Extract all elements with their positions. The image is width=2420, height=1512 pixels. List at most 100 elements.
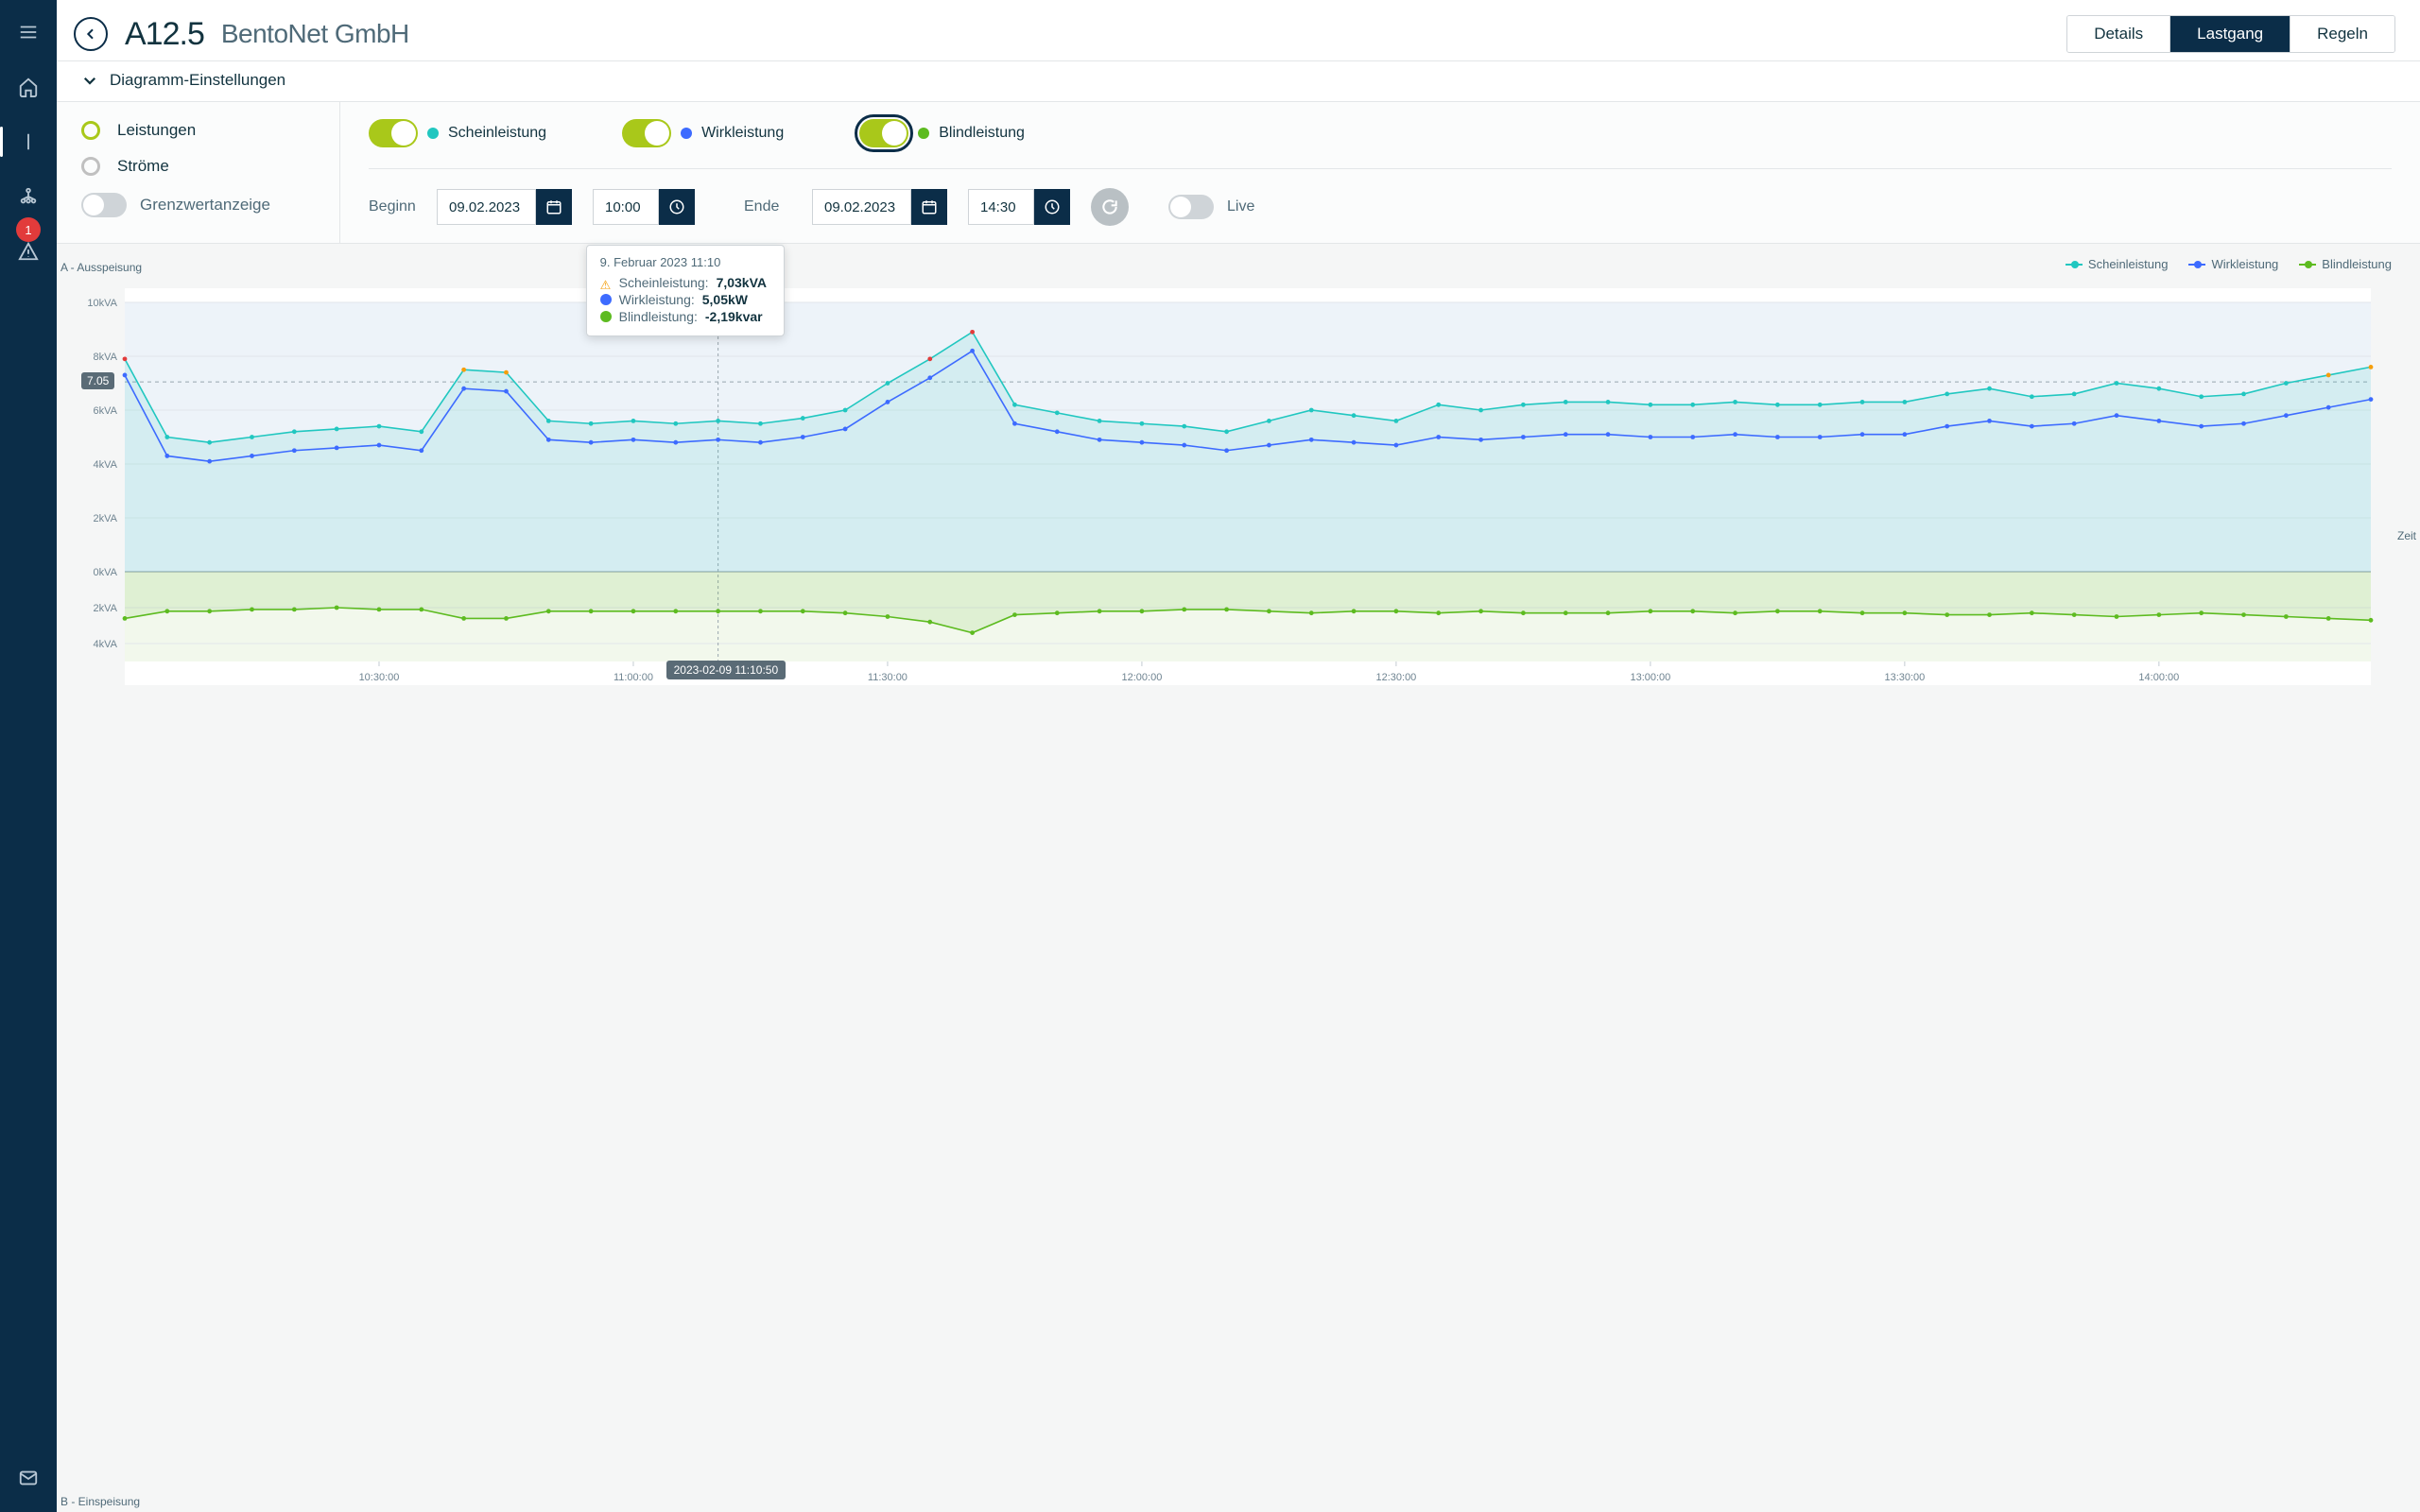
switch-icon (369, 119, 418, 147)
axis-right-label: Zeit (2397, 529, 2416, 542)
series-dot-icon (681, 128, 692, 139)
svg-text:2kVA: 2kVA (94, 603, 118, 614)
switch-icon (859, 119, 908, 147)
toggle-label: Blindleistung (939, 125, 1025, 142)
tab-lastgang[interactable]: Lastgang (2169, 16, 2290, 52)
tab-regeln[interactable]: Regeln (2290, 16, 2394, 52)
sidebar: 1 (0, 0, 57, 1512)
page-header: A12.5 BentoNet GmbH Details Lastgang Reg… (57, 0, 2420, 61)
alert-badge[interactable]: 1 (16, 217, 41, 242)
series-toggles: Scheinleistung Wirkleistung Blindleistun… (369, 119, 2392, 147)
switch-icon (81, 193, 127, 217)
tooltip-label: Wirkleistung: (619, 292, 695, 307)
toggle-label: Scheinleistung (448, 125, 546, 142)
end-label: Ende (744, 198, 791, 215)
toggle-label: Wirkleistung (701, 125, 784, 142)
radio-icon (81, 121, 100, 140)
series-dot-icon (427, 128, 439, 139)
home-icon[interactable] (9, 68, 47, 106)
toggle-wirkleistung[interactable]: Wirkleistung (622, 119, 784, 147)
menu-icon[interactable] (9, 13, 47, 51)
settings-left: Leistungen Ströme Grenzwertanzeige (57, 102, 340, 243)
tooltip-value: 5,05kW (702, 292, 748, 307)
switch-label: Grenzwertanzeige (140, 196, 270, 215)
legend-label: Wirkleistung (2211, 257, 2278, 271)
main: A12.5 BentoNet GmbH Details Lastgang Reg… (57, 0, 2420, 1512)
chart-tooltip: 9. Februar 2023 11:10 Scheinleistung: 7,… (586, 245, 785, 336)
chart-legend: Scheinleistung Wirkleistung Blindleistun… (78, 253, 2399, 275)
live-toggle[interactable]: Live (1168, 195, 1274, 219)
svg-text:12:00:00: 12:00:00 (1122, 672, 1163, 683)
svg-text:4kVA: 4kVA (94, 639, 118, 650)
switch-icon (1168, 195, 1214, 219)
switch-icon (622, 119, 671, 147)
chart-container: Scheinleistung Wirkleistung Blindleistun… (57, 244, 2420, 1512)
settings-label: Diagramm-Einstellungen (110, 71, 285, 90)
calendar-icon[interactable] (536, 189, 572, 225)
begin-date-input[interactable]: 09.02.2023 (437, 189, 536, 225)
begin-time-group: 10:00 (593, 189, 695, 225)
chevron-down-icon (81, 72, 98, 89)
end-time-group: 14:30 (968, 189, 1070, 225)
radio-leistungen[interactable]: Leistungen (81, 121, 320, 140)
radio-label: Ströme (117, 157, 169, 176)
radio-stroeme[interactable]: Ströme (81, 157, 320, 176)
svg-text:10:30:00: 10:30:00 (359, 672, 400, 683)
radio-icon (81, 157, 100, 176)
tab-details[interactable]: Details (2067, 16, 2169, 52)
svg-text:11:30:00: 11:30:00 (868, 672, 908, 683)
tooltip-label: Scheinleistung: (619, 275, 709, 290)
toggle-blindleistung[interactable]: Blindleistung (859, 119, 1025, 147)
svg-text:10kVA: 10kVA (87, 298, 117, 309)
svg-text:8kVA: 8kVA (94, 352, 118, 363)
end-time-input[interactable]: 14:30 (968, 189, 1034, 225)
tooltip-value: -2,19kvar (705, 309, 763, 324)
clock-icon[interactable] (659, 189, 695, 225)
svg-text:13:30:00: 13:30:00 (1884, 672, 1925, 683)
back-button[interactable] (74, 17, 108, 51)
hover-timestamp: 2023-02-09 11:10:50 (666, 661, 786, 679)
chart-canvas[interactable]: 7.05 9. Februar 2023 11:10 Scheinleistun… (125, 288, 2371, 685)
warn-icon (600, 277, 612, 288)
svg-text:2kVA: 2kVA (94, 513, 118, 524)
switch-grenzwert[interactable]: Grenzwertanzeige (81, 193, 320, 217)
live-label: Live (1227, 198, 1274, 215)
mail-icon[interactable] (9, 1459, 47, 1497)
radio-label: Leistungen (117, 121, 196, 140)
clock-icon[interactable] (1034, 189, 1070, 225)
calendar-icon[interactable] (911, 189, 947, 225)
toggle-scheinleistung[interactable]: Scheinleistung (369, 119, 546, 147)
end-date-group: 09.02.2023 (812, 189, 947, 225)
svg-text:13:00:00: 13:00:00 (1630, 672, 1670, 683)
begin-time-input[interactable]: 10:00 (593, 189, 659, 225)
settings-expander[interactable]: Diagramm-Einstellungen (57, 61, 2420, 102)
svg-text:11:00:00: 11:00:00 (614, 672, 653, 683)
dot-icon (600, 311, 612, 322)
axis-top-label: A - Ausspeisung (60, 261, 142, 274)
tooltip-value: 7,03kVA (717, 275, 767, 290)
page-title: A12.5 (125, 16, 204, 53)
refresh-button[interactable] (1091, 188, 1129, 226)
end-date-input[interactable]: 09.02.2023 (812, 189, 911, 225)
svg-text:4kVA: 4kVA (94, 459, 118, 471)
svg-text:12:30:00: 12:30:00 (1375, 672, 1416, 683)
threshold-badge: 7.05 (81, 372, 114, 389)
axis-bottom-label: B - Einspeisung (60, 1495, 140, 1508)
svg-text:6kVA: 6kVA (94, 405, 118, 417)
page-subtitle: BentoNet GmbH (221, 19, 409, 49)
legend-wirkleistung[interactable]: Wirkleistung (2188, 257, 2278, 271)
legend-scheinleistung[interactable]: Scheinleistung (2066, 257, 2169, 271)
legend-label: Blindleistung (2322, 257, 2392, 271)
tooltip-label: Blindleistung: (619, 309, 698, 324)
begin-date-group: 09.02.2023 (437, 189, 572, 225)
dot-icon (600, 294, 612, 305)
nav-meter-icon[interactable] (9, 123, 47, 161)
legend-blindleistung[interactable]: Blindleistung (2299, 257, 2392, 271)
begin-label: Beginn (369, 198, 416, 215)
series-dot-icon (918, 128, 929, 139)
legend-label: Scheinleistung (2088, 257, 2169, 271)
tooltip-title: 9. Februar 2023 11:10 (600, 255, 770, 269)
settings-right: Scheinleistung Wirkleistung Blindleistun… (340, 102, 2420, 243)
nav-network-icon[interactable] (9, 178, 47, 215)
time-range: Beginn 09.02.2023 10:00 Ende 09.02.2023 (369, 168, 2392, 226)
